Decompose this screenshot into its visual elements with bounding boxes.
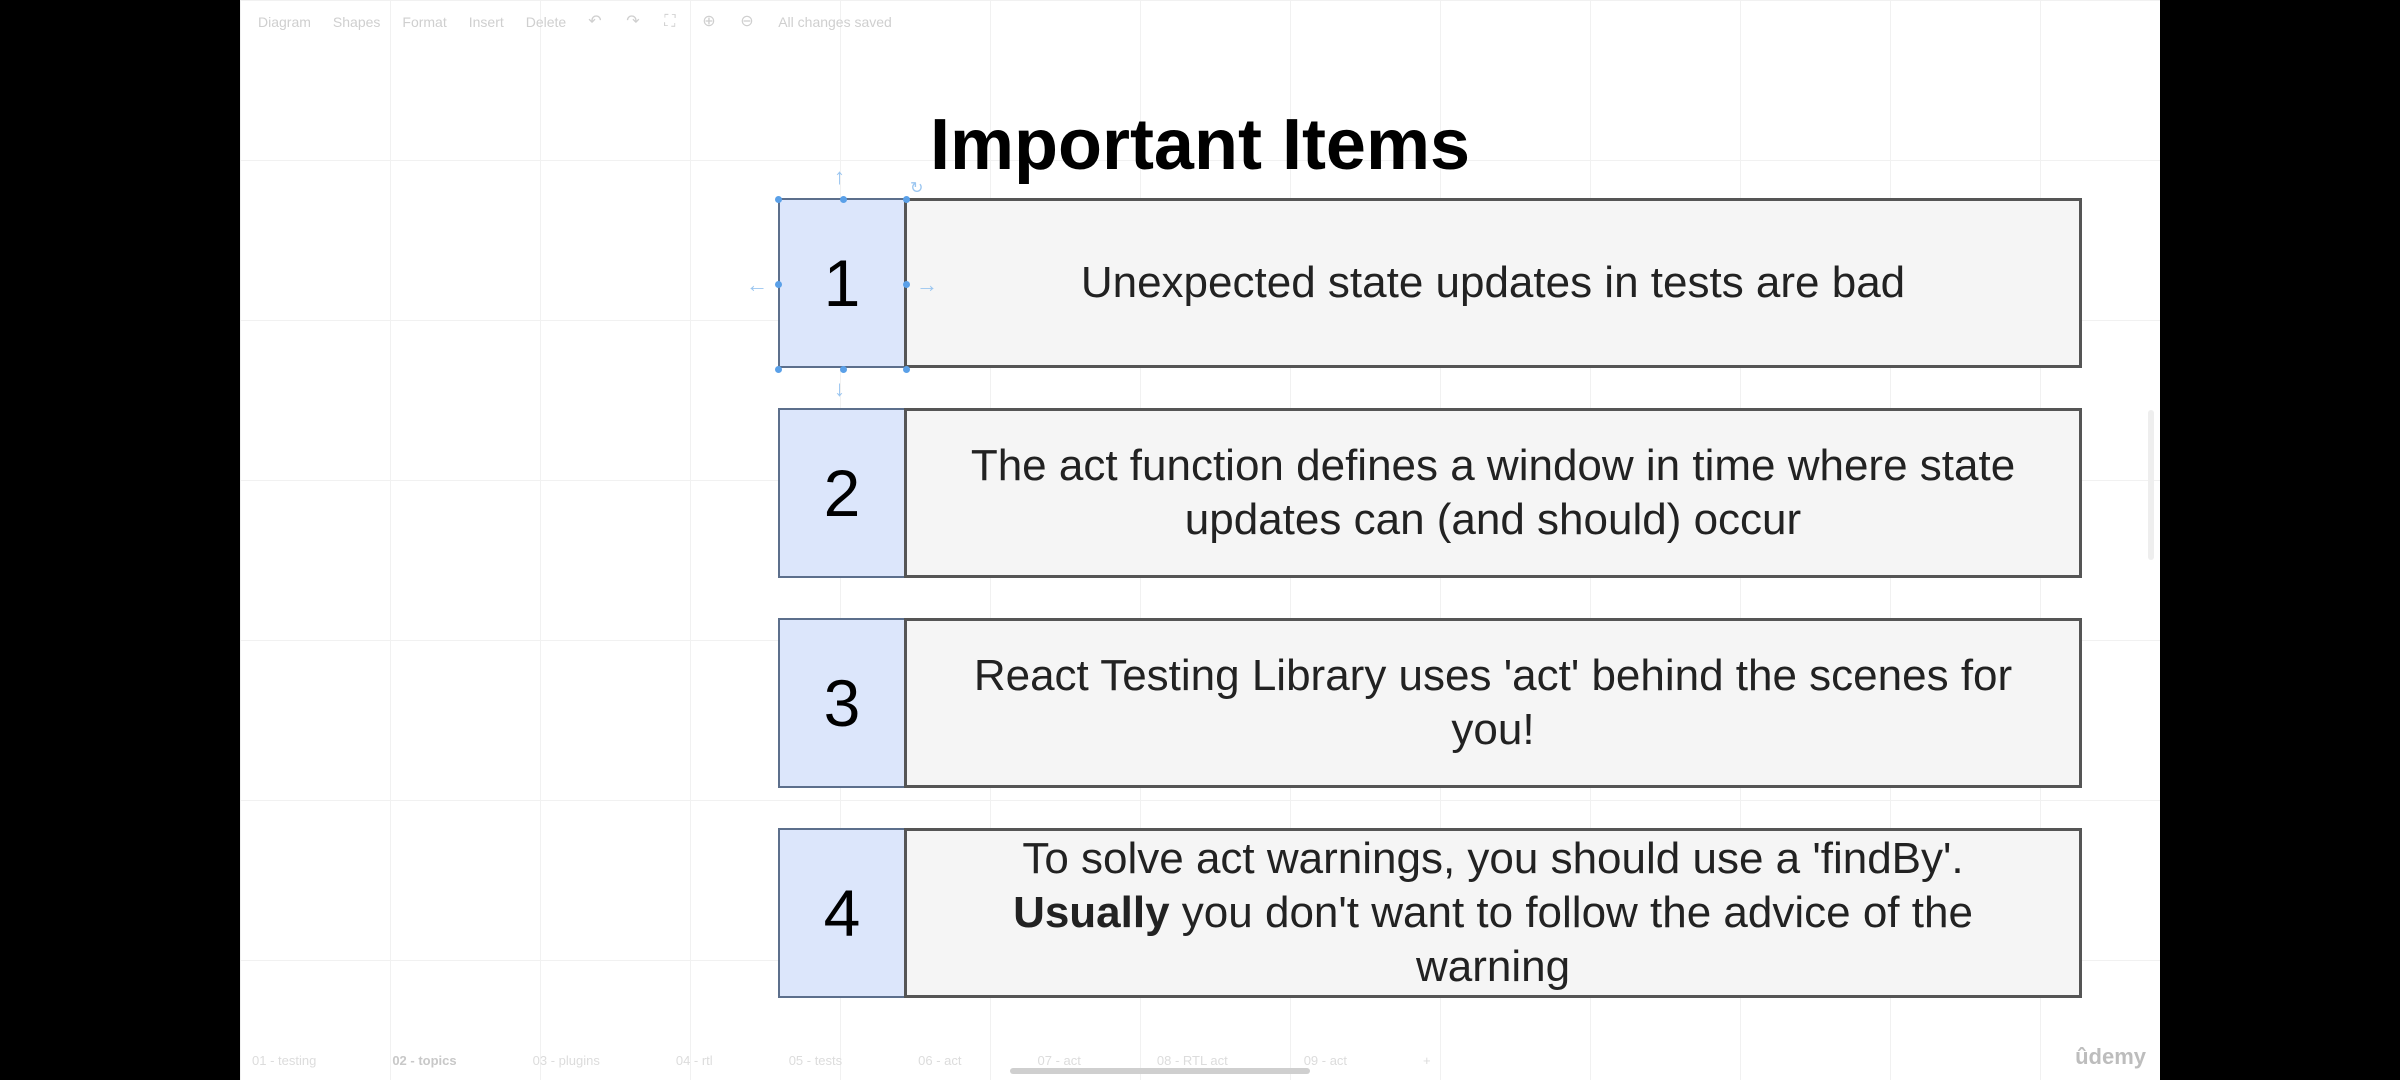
resize-handle-n[interactable] — [840, 196, 847, 203]
tab-9[interactable]: 09 - act — [1304, 1053, 1347, 1068]
arrow-down-icon[interactable]: ↓ — [834, 378, 845, 400]
tab-3[interactable]: 03 - plugins — [533, 1053, 600, 1068]
page-tabs: 01 - testing 02 - topics 03 - plugins 04… — [240, 1040, 2160, 1080]
item-number-1[interactable]: 1 — [778, 198, 906, 368]
tab-6[interactable]: 06 - act — [918, 1053, 961, 1068]
item-text-2[interactable]: The act function defines a window in tim… — [904, 408, 2082, 578]
resize-handle-e[interactable] — [903, 281, 910, 288]
item-4-rest: you don't want to follow the advice of t… — [1169, 888, 1973, 991]
tab-8[interactable]: 08 - RTL act — [1157, 1053, 1228, 1068]
rotate-icon[interactable]: ↻ — [910, 178, 923, 200]
arrow-left-icon[interactable]: ← — [746, 274, 768, 296]
item-row-1: 1 Unexpected state updates in tests are … — [778, 198, 2082, 368]
resize-handle-se[interactable] — [903, 366, 910, 373]
zoom-out-icon[interactable]: ⊖ — [740, 14, 756, 30]
item-number-4[interactable]: 4 — [778, 828, 906, 998]
item-4-line1: To solve act warnings, you should use a … — [1022, 834, 1964, 883]
item-number-2[interactable]: 2 — [778, 408, 906, 578]
horizontal-scrollbar[interactable] — [1010, 1068, 1310, 1074]
arrow-right-icon[interactable]: → — [916, 274, 938, 296]
tab-2[interactable]: 02 - topics — [392, 1053, 456, 1068]
item-text-3[interactable]: React Testing Library uses 'act' behind … — [904, 618, 2082, 788]
item-row-3: 3 React Testing Library uses 'act' behin… — [778, 618, 2082, 788]
resize-handle-w[interactable] — [775, 281, 782, 288]
tab-1[interactable]: 01 - testing — [252, 1053, 316, 1068]
diagram-menu[interactable]: Diagram — [258, 14, 311, 30]
redo-icon[interactable]: ↷ — [626, 14, 642, 30]
item-text-4-content: To solve act warnings, you should use a … — [937, 832, 2049, 994]
delete-button[interactable]: Delete — [526, 14, 566, 30]
page-title: Important Items — [929, 105, 1471, 185]
watermark-logo: ûdemy — [2075, 1044, 2146, 1069]
tab-7[interactable]: 07 - act — [1038, 1053, 1081, 1068]
item-number-3[interactable]: 3 — [778, 618, 906, 788]
resize-handle-nw[interactable] — [775, 196, 782, 203]
item-4-bold: Usually — [1013, 888, 1170, 937]
arrow-up-icon[interactable]: ↑ — [834, 166, 845, 188]
add-tab-icon[interactable]: + — [1423, 1053, 1431, 1068]
format-menu[interactable]: Format — [402, 14, 446, 30]
item-text-1[interactable]: Unexpected state updates in tests are ba… — [904, 198, 2082, 368]
item-text-4[interactable]: To solve act warnings, you should use a … — [904, 828, 2082, 998]
save-status: All changes saved — [778, 14, 892, 30]
tab-5[interactable]: 05 - tests — [789, 1053, 842, 1068]
vertical-scrollbar[interactable] — [2148, 410, 2154, 560]
item-row-4: 4 To solve act warnings, you should use … — [778, 828, 2082, 998]
insert-menu[interactable]: Insert — [469, 14, 504, 30]
item-row-2: 2 The act function defines a window in t… — [778, 408, 2082, 578]
resize-handle-sw[interactable] — [775, 366, 782, 373]
fit-icon[interactable]: ⛶ — [664, 14, 680, 30]
tab-4[interactable]: 04 - rtl — [676, 1053, 713, 1068]
toolbar: Diagram Shapes Format Insert Delete ↶ ↷ … — [240, 0, 2160, 44]
zoom-in-icon[interactable]: ⊕ — [702, 14, 718, 30]
shapes-menu[interactable]: Shapes — [333, 14, 380, 30]
resize-handle-s[interactable] — [840, 366, 847, 373]
undo-icon[interactable]: ↶ — [588, 14, 604, 30]
diagram-canvas[interactable]: Diagram Shapes Format Insert Delete ↶ ↷ … — [240, 0, 2160, 1080]
resize-handle-ne[interactable] — [903, 196, 910, 203]
